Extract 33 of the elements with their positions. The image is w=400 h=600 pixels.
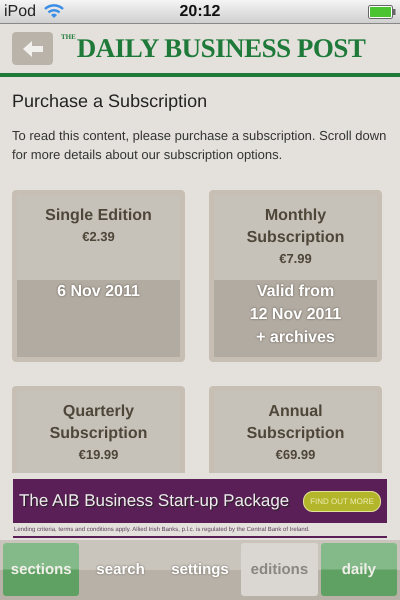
- tab-button[interactable]: editions: [241, 543, 318, 596]
- battery-icon: [368, 4, 396, 18]
- option-name: Annual Subscription: [246, 402, 346, 444]
- option-price: €7.99: [279, 251, 312, 266]
- intro-text: To read this content, please purchase a subscription. Scroll down for more details about our subscription options.: [12, 127, 388, 164]
- ad-headline: The AIB Business Start-up Package: [19, 491, 290, 511]
- subscription-card[interactable]: Annual Subscription €69.99: [209, 386, 382, 473]
- tab-button[interactable]: settings: [162, 543, 238, 596]
- tab-button[interactable]: sections: [3, 543, 80, 596]
- ad-banner[interactable]: The AIB Business Start-up Package FIND OUT MORE: [13, 479, 387, 523]
- option-detail: 12 Nov 2011: [250, 305, 342, 325]
- subscription-card[interactable]: Quarterly Subscription €19.99: [12, 386, 185, 473]
- find-out-more-button[interactable]: FIND OUT MORE: [303, 490, 381, 512]
- clock: 20:12: [178, 2, 222, 20]
- option-price: €19.99: [78, 447, 118, 462]
- wifi-icon: [44, 4, 64, 19]
- option-name: Monthly Subscription: [246, 206, 346, 248]
- page-title: Purchase a Subscription: [12, 91, 208, 112]
- logo-title: DAILY BUSINESS POST: [76, 33, 366, 64]
- back-button[interactable]: [12, 32, 53, 65]
- option-name: Quarterly Subscription: [48, 402, 148, 444]
- option-detail: 6 Nov 2011: [57, 282, 140, 302]
- back-arrow-icon: [20, 38, 44, 58]
- option-name: Single Edition: [44, 206, 153, 226]
- tab-button[interactable]: search: [82, 543, 159, 596]
- option-detail: + archives: [256, 328, 335, 348]
- option-price: €69.99: [276, 447, 316, 462]
- subscription-card[interactable]: Single Edition €2.39 6 Nov 2011: [12, 190, 185, 362]
- option-detail: Valid from: [256, 282, 334, 302]
- tab-button[interactable]: daily: [320, 543, 398, 596]
- option-price: €2.39: [82, 229, 115, 244]
- subscription-card[interactable]: Monthly Subscription €7.99 Valid from 12 Nov 2011 + archives: [209, 190, 382, 362]
- carrier-label: iPod: [4, 2, 36, 20]
